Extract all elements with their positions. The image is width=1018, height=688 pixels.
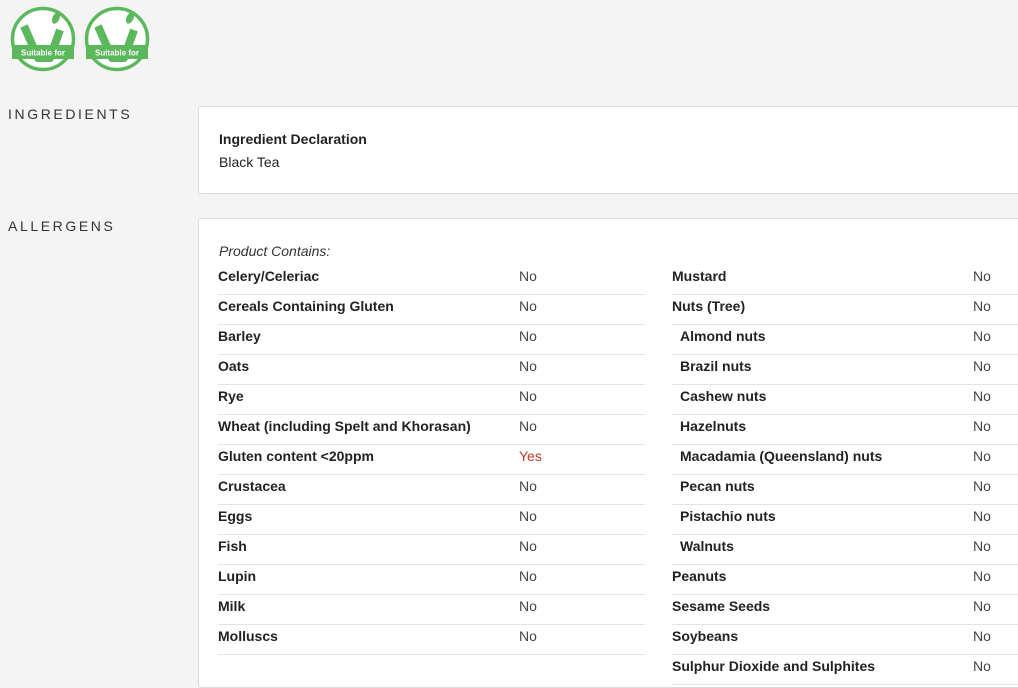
allergen-value: No [973, 328, 991, 344]
allergen-value: No [973, 358, 991, 374]
allergen-row: Sulphur Dioxide and Sulphites No [672, 655, 1018, 685]
allergen-name: Almond nuts [680, 328, 766, 344]
allergen-name: Sesame Seeds [672, 598, 771, 614]
allergen-row: Sesame Seeds No [672, 595, 1018, 625]
allergen-name: Fish [218, 538, 247, 554]
allergen-name: Rye [218, 388, 244, 404]
allergen-name: Crustacea [218, 478, 286, 494]
allergen-row: Soybeans No [672, 625, 1018, 655]
allergen-row: Cereals Containing Gluten No [218, 295, 645, 325]
allergen-row: Fish No [218, 535, 645, 565]
ingredients-section-label: INGREDIENTS [8, 106, 133, 122]
badges: Suitable for Suitable for [10, 6, 150, 72]
allergen-value: No [973, 568, 991, 584]
allergen-name: Brazil nuts [680, 358, 752, 374]
allergen-value: No [973, 448, 991, 464]
badge-text: Suitable for [21, 49, 65, 58]
allergen-name: Cereals Containing Gluten [218, 298, 394, 314]
allergen-row: Wheat (including Spelt and Khorasan) No [218, 415, 645, 445]
product-contains-label: Product Contains: [219, 243, 331, 259]
allergen-name: Soybeans [672, 628, 739, 644]
allergen-value: No [973, 598, 991, 614]
allergen-value: No [519, 478, 537, 494]
allergen-row: Almond nuts No [672, 325, 1018, 355]
allergen-value: No [973, 658, 991, 674]
allergen-row: Milk No [218, 595, 645, 625]
allergen-row: Macadamia (Queensland) nuts No [672, 445, 1018, 475]
allergen-row: Barley No [218, 325, 645, 355]
vegetarian-badge-icon: Suitable for [10, 6, 76, 72]
allergen-value: Yes [519, 448, 542, 464]
allergen-name: Gluten content <20ppm [218, 448, 374, 464]
allergen-value: No [973, 508, 991, 524]
allergen-value: No [519, 268, 537, 284]
allergen-value: No [973, 628, 991, 644]
ingredients-card: Ingredient Declaration Black Tea [198, 106, 1018, 194]
allergen-row: Rye No [218, 385, 645, 415]
allergen-value: No [973, 268, 991, 284]
ingredient-declaration-title: Ingredient Declaration [219, 131, 367, 147]
allergen-name: Mustard [672, 268, 727, 284]
allergen-value: No [519, 568, 537, 584]
allergen-row: Nuts (Tree) No [672, 295, 1018, 325]
allergen-name: Sulphur Dioxide and Sulphites [672, 658, 876, 674]
allergen-value: No [519, 628, 537, 644]
allergen-row: Oats No [218, 355, 645, 385]
allergen-value: No [519, 358, 537, 374]
badge-text: Suitable for [95, 49, 139, 58]
allergen-value: No [973, 388, 991, 404]
allergen-name: Walnuts [680, 538, 734, 554]
allergen-name: Peanuts [672, 568, 727, 584]
allergen-row: Mustard No [672, 265, 1018, 295]
allergen-row: Molluscs No [218, 625, 645, 655]
allergen-value: No [973, 478, 991, 494]
allergen-name: Cashew nuts [680, 388, 767, 404]
allergen-value: No [973, 538, 991, 554]
allergen-name: Oats [218, 358, 250, 374]
allergen-row: Brazil nuts No [672, 355, 1018, 385]
allergen-value: No [519, 298, 537, 314]
allergen-row: Eggs No [218, 505, 645, 535]
allergen-row: Pecan nuts No [672, 475, 1018, 505]
allergen-value: No [973, 298, 991, 314]
allergen-name: Eggs [218, 508, 253, 524]
allergen-list-left: Celery/Celeriac No Cereals Containing Glut… [218, 265, 645, 655]
allergen-value: No [519, 598, 537, 614]
allergens-card: Product Contains: Celery/Celeriac No Cerea… [198, 218, 1018, 688]
allergen-value: No [519, 328, 537, 344]
allergen-value: No [973, 418, 991, 434]
allergen-name: Milk [218, 598, 246, 614]
allergen-row: Crustacea No [218, 475, 645, 505]
allergen-row: Celery/Celeriac No [218, 265, 645, 295]
allergen-row: Cashew nuts No [672, 385, 1018, 415]
allergens-section-label: ALLERGENS [8, 218, 116, 234]
allergen-name: Hazelnuts [680, 418, 747, 434]
allergen-value: No [519, 538, 537, 554]
allergen-list-right: Mustard No Nuts (Tree) No Almond nuts No Brazi… [672, 265, 1018, 685]
allergen-name: Celery/Celeriac [218, 268, 320, 284]
ingredient-declaration-value: Black Tea [219, 154, 280, 170]
allergen-value: No [519, 418, 537, 434]
allergen-row: Hazelnuts No [672, 415, 1018, 445]
allergen-name: Nuts (Tree) [672, 298, 746, 314]
allergen-row: Pistachio nuts No [672, 505, 1018, 535]
allergen-name: Pistachio nuts [680, 508, 776, 524]
vegetarian-badge-icon: Suitable for [84, 6, 150, 72]
allergen-name: Barley [218, 328, 261, 344]
allergen-value: No [519, 508, 537, 524]
allergen-row: Peanuts No [672, 565, 1018, 595]
allergen-name: Pecan nuts [680, 478, 755, 494]
allergen-name: Lupin [218, 568, 257, 584]
allergen-row: Gluten content <20ppm Yes [218, 445, 645, 475]
allergen-row: Walnuts No [672, 535, 1018, 565]
allergen-value: No [519, 388, 537, 404]
allergen-name: Macadamia (Queensland) nuts [680, 448, 883, 464]
allergen-row: Lupin No [218, 565, 645, 595]
allergen-name: Molluscs [218, 628, 278, 644]
allergen-name: Wheat (including Spelt and Khorasan) [218, 418, 471, 434]
